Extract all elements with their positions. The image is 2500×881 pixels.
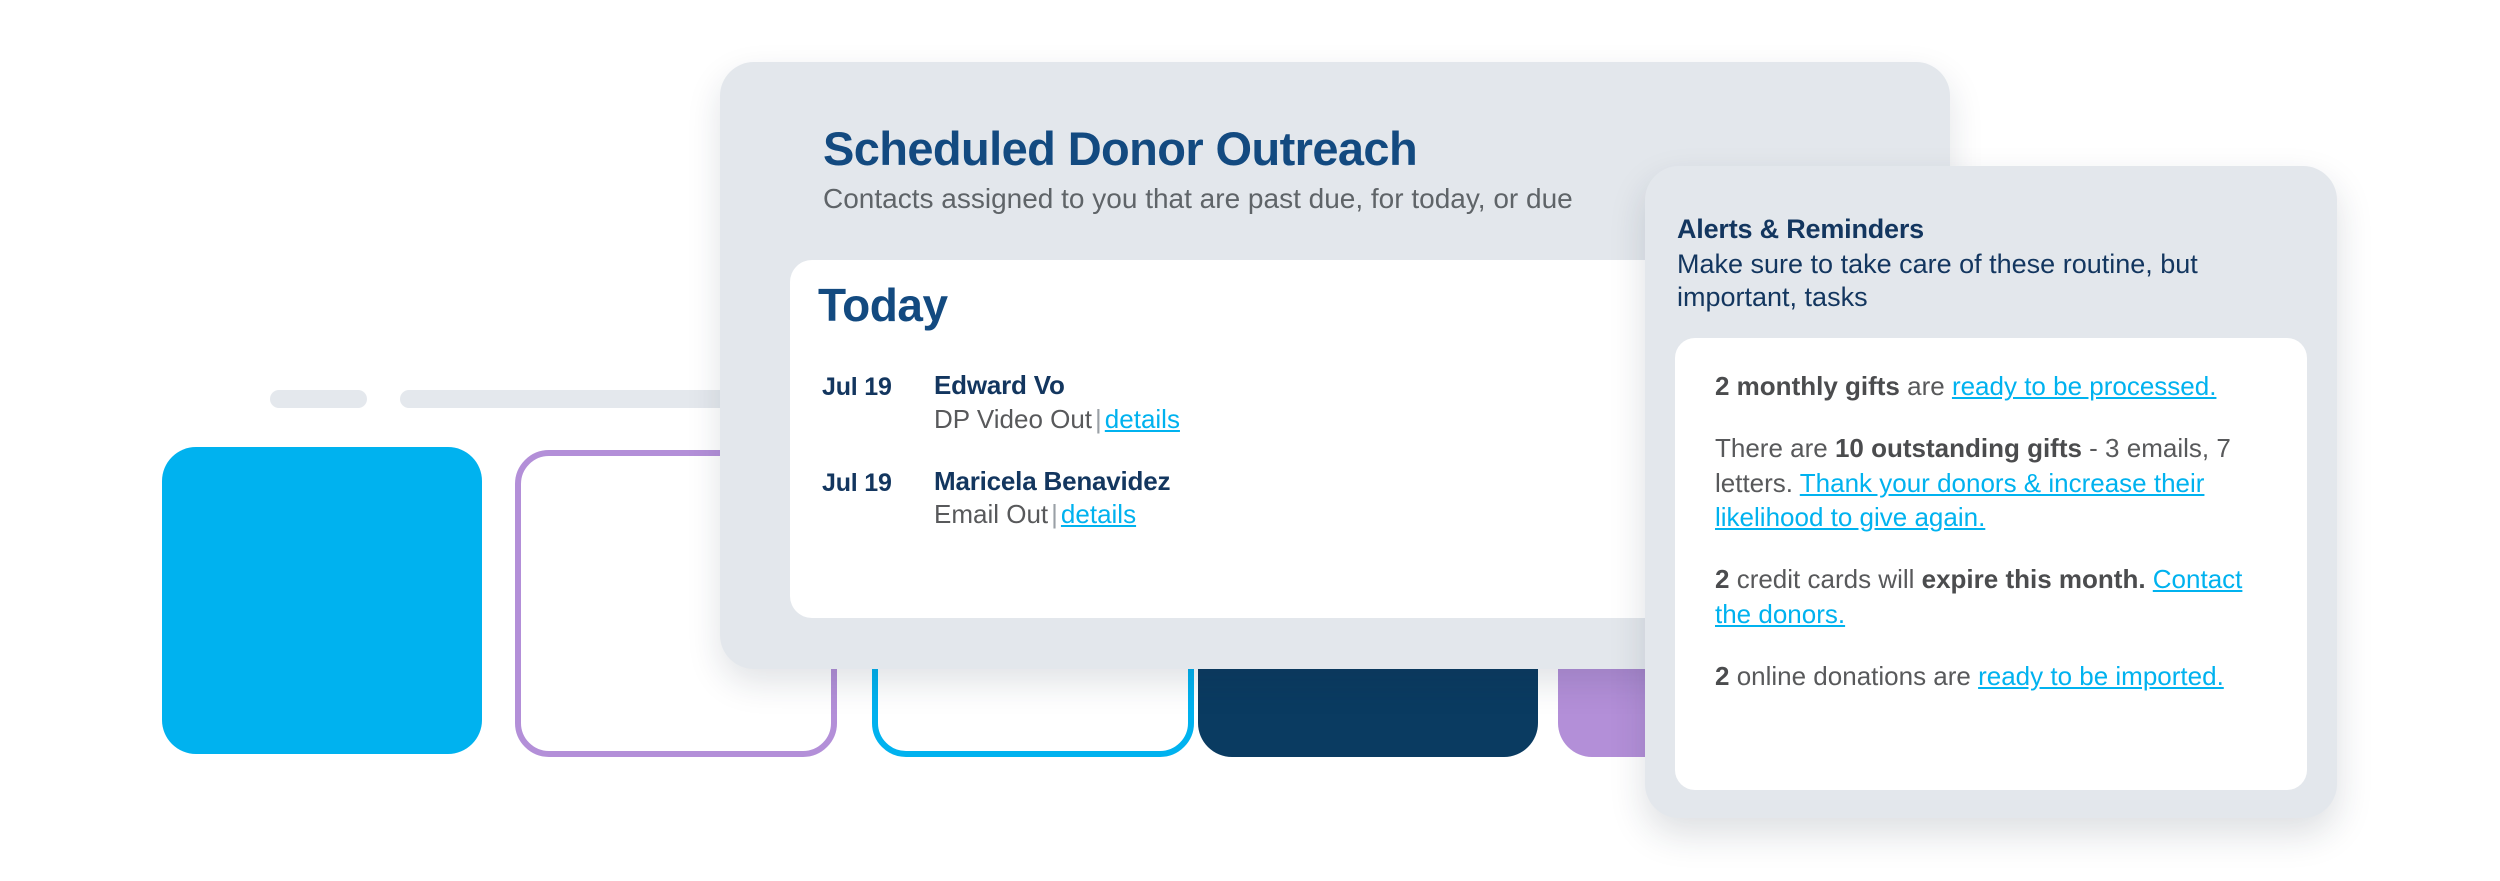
- alert-text: are: [1899, 371, 1952, 401]
- alert-emphasis: expire this month.: [1921, 564, 2146, 595]
- alerts-and-reminders-card: Alerts & Reminders Make sure to take car…: [1645, 166, 2337, 818]
- alerts-subtitle: Make sure to take care of these routine,…: [1677, 249, 2198, 313]
- square-solid-cyan: [162, 447, 482, 754]
- alert-emphasis: 2 monthly gifts: [1715, 371, 1900, 401]
- alert-item-credit-cards: 2 credit cards will expire this month. C…: [1715, 562, 2277, 631]
- contact-date: Jul 19: [822, 468, 892, 497]
- alert-emphasis: 2: [1715, 564, 1730, 595]
- today-section-title: Today: [818, 279, 948, 331]
- alert-action-link[interactable]: ready to be processed.: [1952, 371, 2217, 401]
- contact-details-link[interactable]: details: [1105, 404, 1180, 434]
- alert-item-online-donations: 2 online donations are ready to be impor…: [1715, 659, 2277, 693]
- alert-text: [2146, 564, 2153, 594]
- alert-item-outstanding-gifts: There are 10 outstanding gifts - 3 email…: [1715, 431, 2277, 534]
- alert-text: credit cards will: [1729, 564, 1922, 595]
- contact-type: Email Out: [934, 499, 1049, 530]
- alerts-header: Alerts & Reminders Make sure to take car…: [1677, 214, 2309, 314]
- alert-item-monthly-gifts: 2 monthly gifts are ready to be processe…: [1715, 369, 2277, 403]
- contact-separator: |: [1051, 499, 1058, 530]
- skeleton-bar-short: [270, 390, 367, 408]
- alert-action-link[interactable]: ready to be imported.: [1978, 661, 2224, 691]
- contact-type: DP Video Out: [934, 403, 1093, 434]
- contact-date: Jul 19: [822, 373, 892, 401]
- contact-details-link[interactable]: details: [1061, 499, 1136, 529]
- alert-text: There are: [1715, 433, 1835, 464]
- alert-emphasis: 2: [1715, 660, 1730, 691]
- alerts-list: 2 monthly gifts are ready to be processe…: [1715, 369, 2277, 693]
- alert-text: online donations are: [1729, 660, 1979, 691]
- alerts-inner-card: 2 monthly gifts are ready to be processe…: [1675, 338, 2307, 790]
- alerts-title: Alerts & Reminders: [1677, 214, 1924, 244]
- contact-separator: |: [1095, 403, 1102, 434]
- alert-emphasis: 10 outstanding gifts: [1834, 433, 2082, 464]
